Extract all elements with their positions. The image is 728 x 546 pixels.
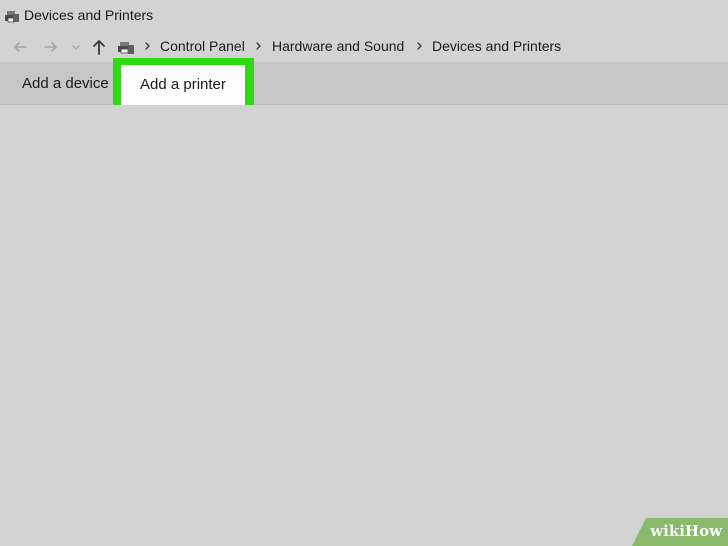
- add-device-button[interactable]: Add a device: [22, 75, 109, 93]
- add-printer-button[interactable]: Add a printer: [121, 65, 245, 105]
- devices-printers-icon: [5, 11, 19, 23]
- forward-arrow-icon[interactable]: [42, 38, 60, 56]
- chevron-right-icon[interactable]: [254, 39, 264, 53]
- breadcrumb-control-panel[interactable]: Control Panel: [160, 38, 245, 55]
- breadcrumb-devices-and-printers[interactable]: Devices and Printers: [432, 38, 561, 55]
- watermark-suffix: How: [684, 522, 722, 540]
- watermark-prefix: wiki: [650, 522, 685, 540]
- chevron-right-icon[interactable]: [415, 39, 425, 53]
- add-printer-label: Add a printer: [140, 76, 226, 93]
- breadcrumb-hardware-and-sound[interactable]: Hardware and Sound: [272, 38, 404, 55]
- devices-content-area[interactable]: [0, 105, 728, 546]
- wikihow-watermark: wikiHow: [632, 518, 728, 546]
- chevron-right-icon[interactable]: [143, 39, 153, 53]
- up-arrow-icon[interactable]: [90, 38, 108, 56]
- window-title: Devices and Printers: [24, 7, 154, 23]
- title-bar: Devices and Printers: [0, 0, 728, 32]
- command-bar: Add a device: [0, 62, 728, 105]
- chevron-down-icon[interactable]: [70, 38, 82, 56]
- watermark-text: wikiHow: [650, 522, 722, 540]
- back-arrow-icon[interactable]: [11, 38, 29, 56]
- devices-printers-icon[interactable]: [117, 38, 135, 56]
- address-bar[interactable]: Control Panel Hardware and Sound Devices…: [0, 32, 728, 62]
